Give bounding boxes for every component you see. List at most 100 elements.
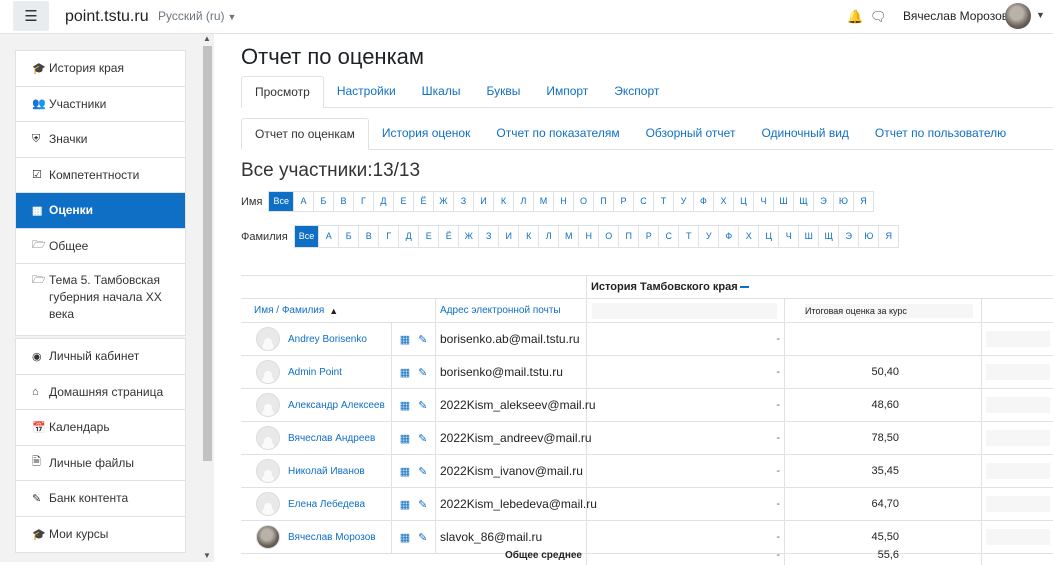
grade-table-icon[interactable]: ▦ <box>400 399 410 412</box>
initial-letter-button[interactable]: О <box>572 192 593 211</box>
initial-letter-button[interactable]: У <box>672 192 693 211</box>
student-name-link[interactable]: Николай Иванов <box>288 466 365 477</box>
initial-letter-button[interactable]: П <box>592 192 613 211</box>
sidebar-scroll-thumb[interactable] <box>203 46 212 461</box>
initial-letter-button[interactable]: Э <box>838 226 858 247</box>
initial-letter-button[interactable]: М <box>532 192 553 211</box>
initial-letter-button[interactable]: Т <box>678 226 698 247</box>
initial-letter-button[interactable]: Л <box>538 226 558 247</box>
sidebar-item[interactable]: ◉ Личный кабинет <box>16 339 185 375</box>
pencil-icon[interactable]: ✎ <box>418 366 427 379</box>
initial-all-button[interactable]: Все <box>294 226 319 247</box>
user-avatar[interactable] <box>1005 3 1031 29</box>
initial-letter-button[interactable]: Х <box>712 192 733 211</box>
initial-letter-button[interactable]: Я <box>878 226 898 247</box>
student-name-link[interactable]: Елена Лебедева <box>288 499 365 510</box>
pencil-icon[interactable]: ✎ <box>418 498 427 511</box>
initial-letter-button[interactable]: Е <box>392 192 413 211</box>
tab[interactable]: Одиночный вид <box>748 118 861 150</box>
scroll-down-icon[interactable]: ▼ <box>203 551 211 560</box>
student-name-link[interactable]: Вячеслав Андреев <box>288 433 375 444</box>
initial-letter-button[interactable]: Ч <box>778 226 798 247</box>
initial-letter-button[interactable]: Р <box>638 226 658 247</box>
initial-letter-button[interactable]: К <box>518 226 538 247</box>
tab[interactable]: Просмотр <box>241 76 324 108</box>
sort-name-header[interactable]: Имя / Фамилия ▲ <box>241 299 436 322</box>
sidebar-item[interactable]: ✎ Банк контента <box>16 481 185 517</box>
initial-letter-button[interactable]: К <box>492 192 513 211</box>
initial-letter-button[interactable]: Н <box>578 226 598 247</box>
sidebar-item[interactable]: ⌂ Домашняя страница <box>16 375 185 410</box>
grade-table-icon[interactable]: ▦ <box>400 333 410 346</box>
tab[interactable]: Обзорный отчет <box>633 118 749 150</box>
sidebar-item[interactable]: 🗎 Личные файлы <box>16 446 185 481</box>
grade-table-icon[interactable]: ▦ <box>400 531 410 544</box>
grade-table-icon[interactable]: ▦ <box>400 432 410 445</box>
sidebar-item[interactable]: 🎓 История края <box>16 51 185 87</box>
initial-letter-button[interactable]: З <box>452 192 473 211</box>
scroll-up-icon[interactable]: ▲ <box>203 34 211 43</box>
tab[interactable]: Настройки <box>324 76 409 108</box>
initial-letter-button[interactable]: Л <box>512 192 533 211</box>
initial-letter-button[interactable]: С <box>658 226 678 247</box>
avatar[interactable] <box>256 459 280 483</box>
initial-letter-button[interactable]: Ф <box>718 226 738 247</box>
col-name-label[interactable]: Имя / Фамилия <box>254 305 324 316</box>
initial-letter-button[interactable]: Д <box>372 192 393 211</box>
tab[interactable]: Отчет по показателям <box>483 118 632 150</box>
sidebar-item[interactable]: 👥 Участники <box>16 87 185 122</box>
initial-letter-button[interactable]: В <box>332 192 353 211</box>
site-name-link[interactable]: point.tstu.ru <box>65 8 149 26</box>
collapse-icon[interactable] <box>739 286 749 288</box>
initial-letter-button[interactable]: Ж <box>432 192 453 211</box>
sidebar-item[interactable]: 🎓 Мои курсы <box>16 517 185 553</box>
initial-letter-button[interactable]: И <box>498 226 518 247</box>
grade-table-icon[interactable]: ▦ <box>400 465 410 478</box>
initial-letter-button[interactable]: А <box>318 226 338 247</box>
tab[interactable]: Отчет по пользователю <box>862 118 1019 150</box>
initial-letter-button[interactable]: И <box>472 192 493 211</box>
initial-letter-button[interactable]: Ч <box>752 192 773 211</box>
initial-letter-button[interactable]: Е <box>418 226 438 247</box>
user-name[interactable]: Вячеслав Морозов <box>903 9 1008 23</box>
initial-letter-button[interactable]: Я <box>852 192 873 211</box>
initial-letter-button[interactable]: Ш <box>798 226 818 247</box>
avatar[interactable] <box>256 426 280 450</box>
sidebar-item[interactable]: ▦ Оценки <box>16 193 185 229</box>
initial-letter-button[interactable]: О <box>598 226 618 247</box>
pencil-icon[interactable]: ✎ <box>418 465 427 478</box>
student-name-link[interactable]: Александр Алексеев <box>288 400 385 411</box>
student-name-link[interactable]: Andrey Borisenko <box>288 334 367 345</box>
initial-letter-button[interactable]: Ф <box>692 192 713 211</box>
sidebar-item[interactable]: 📅 Календарь <box>16 410 185 446</box>
initial-letter-button[interactable]: Щ <box>792 192 813 211</box>
initial-letter-button[interactable]: С <box>632 192 653 211</box>
tab[interactable]: Отчет по оценкам <box>241 118 369 150</box>
initial-letter-button[interactable]: Э <box>812 192 833 211</box>
pencil-icon[interactable]: ✎ <box>418 531 427 544</box>
chevron-down-icon[interactable]: ▼ <box>1036 10 1045 20</box>
initial-letter-button[interactable]: П <box>618 226 638 247</box>
initial-letter-button[interactable]: Б <box>338 226 358 247</box>
initial-letter-button[interactable]: А <box>292 192 313 211</box>
initial-letter-button[interactable]: М <box>558 226 578 247</box>
initial-letter-button[interactable]: Х <box>738 226 758 247</box>
initial-letter-button[interactable]: Т <box>652 192 673 211</box>
pencil-icon[interactable]: ✎ <box>418 399 427 412</box>
initial-letter-button[interactable]: Ё <box>412 192 433 211</box>
initial-letter-button[interactable]: Г <box>352 192 373 211</box>
initial-letter-button[interactable]: Ё <box>438 226 458 247</box>
sidebar-item[interactable]: ☑ Компетентности <box>16 158 185 193</box>
initial-all-button[interactable]: Все <box>269 192 293 211</box>
initial-letter-button[interactable]: Д <box>398 226 418 247</box>
tab[interactable]: История оценок <box>369 118 484 150</box>
initial-letter-button[interactable]: З <box>478 226 498 247</box>
grade-table-icon[interactable]: ▦ <box>400 366 410 379</box>
initial-letter-button[interactable]: Ж <box>458 226 478 247</box>
language-menu[interactable]: Русский (ru) ▼ <box>158 9 236 23</box>
avatar[interactable] <box>256 327 280 351</box>
pencil-icon[interactable]: ✎ <box>418 333 427 346</box>
tab[interactable]: Шкалы <box>409 76 474 108</box>
student-name-link[interactable]: Вячеслав Морозов <box>288 532 376 543</box>
avatar[interactable] <box>256 360 280 384</box>
